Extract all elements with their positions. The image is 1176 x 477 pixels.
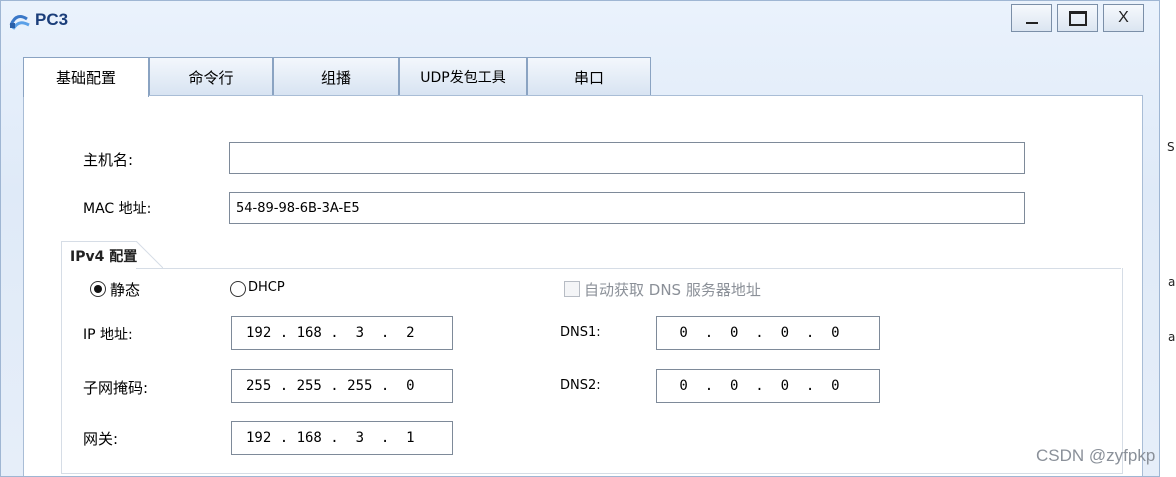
tab-udp-tool[interactable]: UDP发包工具 xyxy=(399,57,527,96)
dhcp-label: DHCP xyxy=(248,280,285,295)
background-text-fragment: S xyxy=(1167,140,1175,154)
hostname-label: 主机名: xyxy=(83,151,134,169)
ipv4-group-tab-edge xyxy=(135,241,163,269)
dns1-label: DNS1: xyxy=(560,325,601,340)
window-title: PC3 xyxy=(35,10,69,29)
tab-command-line[interactable]: 命令行 xyxy=(149,57,273,96)
title-bar[interactable]: PC3 X xyxy=(1,1,1159,41)
pc-app-icon xyxy=(9,15,30,30)
dhcp-radio[interactable] xyxy=(230,281,246,297)
minimize-button[interactable] xyxy=(1011,4,1052,32)
static-label: 静态 xyxy=(110,281,141,299)
gateway-label: 网关: xyxy=(83,430,119,448)
dns2-label: DNS2: xyxy=(560,378,601,393)
mac-address-field[interactable]: 54-89-98-6B-3A-E5 xyxy=(229,192,1025,224)
static-radio[interactable] xyxy=(90,281,106,297)
background-text-fragment: a xyxy=(1168,330,1176,344)
tab-serial[interactable]: 串口 xyxy=(527,57,651,96)
mac-label: MAC 地址: xyxy=(83,201,152,217)
ip-address-field[interactable]: 192 . 168 . 3 . 2 xyxy=(231,316,453,350)
dns1-field[interactable]: 0 . 0 . 0 . 0 xyxy=(656,316,880,350)
hostname-input[interactable] xyxy=(229,142,1025,174)
background-text-fragment: a xyxy=(1168,275,1176,289)
subnet-mask-field[interactable]: 255 . 255 . 255 . 0 xyxy=(231,369,453,403)
ip-address-label: IP 地址: xyxy=(83,327,133,343)
auto-dns-label: 自动获取 DNS 服务器地址 xyxy=(584,281,761,299)
pc3-window: PC3 X 基础配置 命令行 组播 UDP发包工具 串口 主机名: MAC 地址… xyxy=(0,0,1160,477)
ipv4-group-title: IPv4 配置 xyxy=(70,249,138,265)
subnet-mask-label: 子网掩码: xyxy=(83,379,149,397)
tab-multicast[interactable]: 组播 xyxy=(273,57,399,96)
close-button[interactable]: X xyxy=(1103,4,1144,32)
gateway-field[interactable]: 192 . 168 . 3 . 1 xyxy=(231,421,453,455)
maximize-button[interactable] xyxy=(1057,4,1098,32)
maximize-icon xyxy=(1068,10,1087,26)
minimize-icon xyxy=(1025,22,1038,24)
auto-dns-checkbox[interactable] xyxy=(564,281,580,297)
ipv4-group-border xyxy=(136,268,1121,269)
dns2-field[interactable]: 0 . 0 . 0 . 0 xyxy=(656,369,880,403)
tab-basic-config[interactable]: 基础配置 xyxy=(23,57,149,97)
watermark: CSDN @zyfpkp xyxy=(1036,446,1156,465)
basic-config-panel: 主机名: MAC 地址: 54-89-98-6B-3A-E5 IPv4 配置 静… xyxy=(23,95,1143,476)
